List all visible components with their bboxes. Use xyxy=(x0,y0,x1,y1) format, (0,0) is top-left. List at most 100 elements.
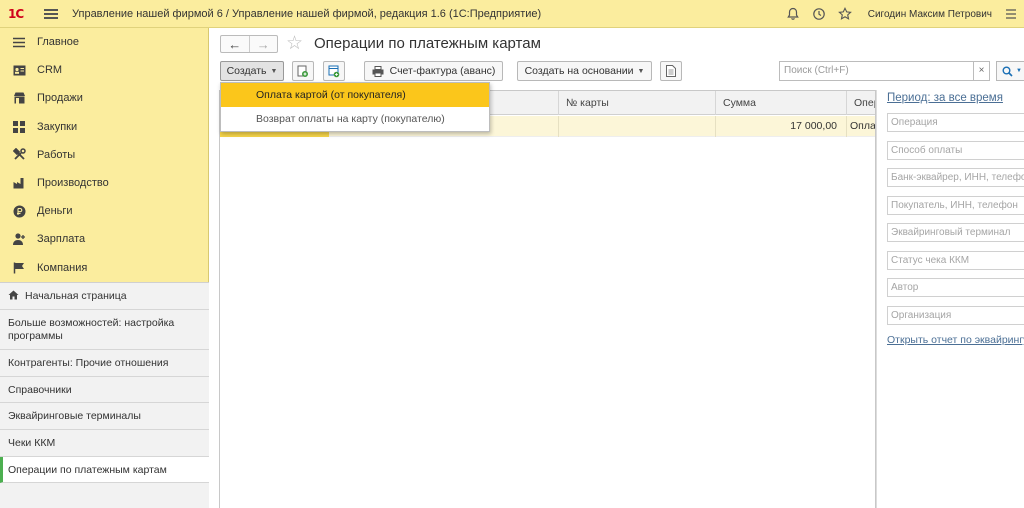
filter-payment-method[interactable]: Способ оплаты xyxy=(887,141,1024,160)
column-header-operation[interactable]: Операция xyxy=(846,91,875,115)
bell-icon[interactable] xyxy=(780,0,806,28)
clear-search-icon[interactable]: × xyxy=(973,62,989,80)
operations-table: № карты Сумма Операция 17 000,00 Оплата xyxy=(219,90,876,508)
home-icon xyxy=(8,290,19,303)
period-link[interactable]: Период: за все время xyxy=(887,92,1003,104)
filter-operation[interactable]: Операция xyxy=(887,113,1024,132)
filter-author[interactable]: Автор xyxy=(887,278,1024,297)
cell-operation: Оплата xyxy=(846,116,875,137)
add-to-list-icon xyxy=(328,65,340,77)
sidebar-item-purchases[interactable]: Закупки xyxy=(0,113,208,141)
sidebar-item-sales[interactable]: Продажи xyxy=(0,84,208,112)
filter-customer[interactable]: Покупатель, ИНН, телефон xyxy=(887,196,1024,215)
open-window-catalogs[interactable]: Справочники xyxy=(0,377,209,403)
tools-icon xyxy=(12,148,26,162)
current-user[interactable]: Сигодин Максим Петрович xyxy=(868,9,992,20)
search-button[interactable]: ▼ xyxy=(996,61,1024,81)
title-bar: 1С Управление нашей фирмой 6 / Управлени… xyxy=(0,0,1024,28)
app-logo: 1С xyxy=(8,6,24,21)
open-window-label: Чеки ККМ xyxy=(8,437,56,449)
sidebar-item-works[interactable]: Работы xyxy=(0,141,208,169)
caret-down-icon: ▼ xyxy=(1016,68,1022,74)
history-icon[interactable] xyxy=(806,0,832,28)
open-window-label: Операции по платежным картам xyxy=(8,463,167,476)
new-list-item-button[interactable] xyxy=(323,61,345,81)
menu-item-card-payment[interactable]: Оплата картой (от покупателя) xyxy=(221,83,489,107)
cell-card-number xyxy=(558,116,715,137)
sidebar-item-label: Продажи xyxy=(37,92,83,105)
sidebar-item-label: Работы xyxy=(37,148,76,161)
open-window-label: Начальная страница xyxy=(25,290,127,302)
page-title: Операции по платежным картам xyxy=(314,35,541,52)
shop-icon xyxy=(12,91,26,105)
copy-document-icon xyxy=(297,65,308,77)
sidebar-item-crm[interactable]: CRM xyxy=(0,56,208,84)
settings-menu-icon[interactable] xyxy=(998,0,1024,28)
sidebar-item-label: Производство xyxy=(37,177,109,190)
flag-icon xyxy=(12,261,26,275)
sidebar-item-label: Деньги xyxy=(37,205,73,218)
sidebar-item-main[interactable]: Главное xyxy=(0,28,208,56)
favorite-star-icon[interactable]: ☆ xyxy=(286,32,303,55)
filter-acquirer-bank[interactable]: Банк-эквайрер, ИНН, телефон xyxy=(887,168,1024,187)
sidebar-item-company[interactable]: Компания xyxy=(0,254,208,282)
app-title: Управление нашей фирмой 6 / Управление н… xyxy=(72,7,542,20)
create-based-on-button[interactable]: Создать на основании ▼ xyxy=(517,61,652,81)
history-navigation: ← → xyxy=(220,35,278,53)
open-window-kkm-receipts[interactable]: Чеки ККМ xyxy=(0,430,209,457)
sidebar-item-label: Компания xyxy=(37,261,88,274)
sidebar-item-salary[interactable]: Зарплата xyxy=(0,225,208,253)
sidebar-item-label: Зарплата xyxy=(37,233,86,246)
caret-down-icon: ▼ xyxy=(637,67,645,75)
copy-document-button[interactable] xyxy=(292,61,314,81)
contact-card-icon xyxy=(12,63,26,77)
factory-icon xyxy=(12,176,26,190)
sidebar-item-label: Закупки xyxy=(37,120,78,133)
open-window-label: Контрагенты: Прочие отношения xyxy=(8,357,169,369)
report-button[interactable] xyxy=(660,61,682,81)
printer-icon xyxy=(372,65,384,77)
back-arrow-icon[interactable]: ← xyxy=(221,36,249,52)
open-window-label: Больше возможностей: настройка программы xyxy=(8,316,175,342)
menu-item-card-refund[interactable]: Возврат оплаты на карту (покупателю) xyxy=(221,107,489,131)
filter-organization[interactable]: Организация xyxy=(887,306,1024,325)
search-field[interactable]: Поиск (Ctrl+F) × xyxy=(779,61,990,81)
menu-lines-icon xyxy=(12,35,26,49)
ruble-coin-icon xyxy=(12,204,26,218)
cell-amount: 17 000,00 xyxy=(715,116,846,137)
open-window-acquiring-terminals[interactable]: Эквайринговые терминалы xyxy=(0,403,209,430)
create-dropdown-menu: Оплата картой (от покупателя) Возврат оп… xyxy=(220,82,490,132)
main-menu-icon[interactable] xyxy=(44,8,58,19)
purchases-icon xyxy=(12,120,26,134)
sidebar-item-label: CRM xyxy=(37,64,63,77)
document-icon xyxy=(666,65,676,77)
column-header-card-number[interactable]: № карты xyxy=(558,91,715,115)
sections-panel: Главное CRM Продажи Закупки Работы Произ… xyxy=(0,28,209,508)
search-input[interactable]: Поиск (Ctrl+F) xyxy=(780,62,973,80)
column-header-amount[interactable]: Сумма xyxy=(715,91,846,115)
acquiring-report-link[interactable]: Открыть отчет по эквайрингу xyxy=(887,334,1024,346)
main-content: ← → ☆ Операции по платежным картам Созда… xyxy=(210,28,1024,508)
filter-kkm-receipt-status[interactable]: Статус чека ККМ xyxy=(887,251,1024,270)
open-window-card-operations[interactable]: Операции по платежным картам xyxy=(0,457,209,483)
create-button[interactable]: Создать ▼ xyxy=(220,61,284,81)
person-icon xyxy=(12,232,26,246)
search-icon xyxy=(1002,66,1013,77)
filter-panel: Период: за все время Операция Способ опл… xyxy=(876,90,1024,508)
filter-acquiring-terminal[interactable]: Эквайринговый терминал xyxy=(887,223,1024,242)
sidebar-item-money[interactable]: Деньги xyxy=(0,197,208,225)
sidebar-item-production[interactable]: Производство xyxy=(0,169,208,197)
invoice-advance-label: Счет-фактура (аванс) xyxy=(389,65,496,77)
create-button-label: Создать xyxy=(226,65,267,77)
create-based-on-label: Создать на основании xyxy=(524,65,634,77)
open-window-home[interactable]: Начальная страница xyxy=(0,283,209,310)
favorites-star-icon[interactable] xyxy=(832,0,858,28)
open-window-counterparties[interactable]: Контрагенты: Прочие отношения xyxy=(0,350,209,377)
open-window-label: Эквайринговые терминалы xyxy=(8,410,141,422)
sidebar-item-label: Главное xyxy=(37,36,80,49)
open-window-more-features[interactable]: Больше возможностей: настройка программы xyxy=(0,310,209,350)
invoice-advance-button[interactable]: Счет-фактура (аванс) xyxy=(364,61,503,81)
open-window-label: Справочники xyxy=(8,383,72,396)
caret-down-icon: ▼ xyxy=(270,67,278,75)
forward-arrow-icon[interactable]: → xyxy=(248,36,278,52)
